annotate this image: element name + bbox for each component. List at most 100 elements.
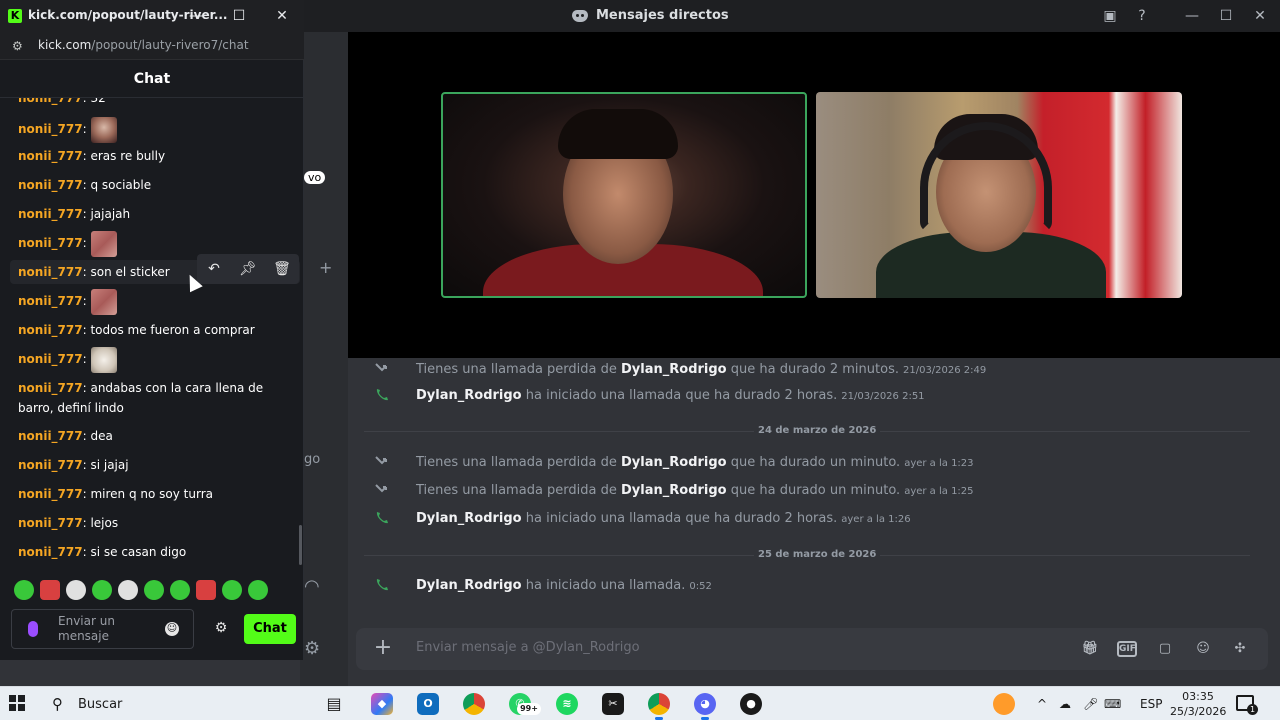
attach-plus-icon[interactable]: + (372, 637, 394, 659)
username[interactable]: Dylan_Rodrigo (621, 483, 727, 498)
chat-message[interactable]: nonii_777: jajajah (18, 204, 298, 224)
chat-settings-icon[interactable]: ⚙ (212, 619, 230, 637)
capcut-icon[interactable]: ✂ (602, 693, 624, 715)
chat-input[interactable]: Enviar un mensaje ☺ (11, 609, 194, 649)
chat-message[interactable]: nonii_777: 32 (18, 98, 298, 108)
outlook-icon[interactable]: O (417, 693, 439, 715)
chat-message[interactable]: nonii_777: (18, 346, 298, 373)
call-icon (376, 579, 388, 591)
emote-button[interactable] (248, 580, 268, 600)
chat-message[interactable]: nonii_777: (18, 230, 298, 257)
pin-icon[interactable]: 📌︎ (238, 259, 258, 279)
url-text[interactable]: kick.com/popout/lauty-rivero7/chat (38, 38, 249, 52)
call-icon (376, 389, 388, 401)
reply-icon[interactable]: ↶ (204, 259, 224, 279)
discord-app-icon[interactable]: ◕ (694, 693, 716, 715)
call-log: Dylan_Rodrigo ha iniciado una llamada. 0:… (348, 574, 1268, 596)
gif-icon[interactable]: GIF (1117, 641, 1137, 657)
keyboard-icon[interactable]: ⌨ (1104, 696, 1121, 712)
message-composer[interactable]: + Enviar mensaje a @Dylan_Rodrigo 🎁︎ GIF… (356, 628, 1268, 670)
emote-image (90, 346, 117, 373)
headphones-icon[interactable]: ◠ (304, 576, 320, 597)
language-indicator[interactable]: ESP (1140, 696, 1162, 712)
missed-call-icon (375, 484, 387, 493)
composer-placeholder[interactable]: Enviar mensaje a @Dylan_Rodrigo (416, 640, 640, 655)
show-hidden-icons-icon[interactable]: ^ (1037, 696, 1047, 712)
username[interactable]: Dylan_Rodrigo (621, 455, 727, 470)
date-divider: 25 de marzo de 2026 (364, 549, 1250, 569)
username[interactable]: Dylan_Rodrigo (416, 511, 522, 526)
minimize-button[interactable]: — (1182, 6, 1202, 26)
chat-message[interactable]: nonii_777: todos me fueron a comprar (18, 320, 298, 340)
chrome-icon[interactable] (463, 693, 485, 715)
call-log-missed: Tienes una llamada perdida de Dylan_Rodr… (348, 358, 1268, 380)
clock-time: 03:35 (1182, 690, 1214, 703)
weather-icon[interactable] (993, 693, 1015, 715)
settings-icon[interactable]: ⚙ (304, 638, 320, 659)
emote-button[interactable] (14, 580, 34, 600)
emote-button[interactable] (144, 580, 164, 600)
emote-button[interactable] (170, 580, 190, 600)
site-info-icon[interactable]: ⚙ (12, 39, 26, 53)
chat-message[interactable]: nonii_777: andabas con la cara llena de … (18, 378, 298, 418)
address-bar[interactable]: ⚙ kick.com/popout/lauty-rivero7/chat (0, 32, 304, 60)
video-tile[interactable] (816, 92, 1182, 298)
chat-message[interactable]: nonii_777: eras re bully (18, 146, 298, 166)
delete-icon[interactable]: 🗑︎ (272, 259, 292, 279)
emoji-picker-icon[interactable]: ☺ (165, 622, 179, 636)
chat-scrollbar[interactable] (299, 525, 302, 565)
sticker-icon[interactable]: ▢ (1155, 639, 1175, 659)
discord-title: Mensajes directos (572, 8, 729, 23)
chat-message[interactable]: nonii_777: dea (18, 426, 298, 446)
start-button[interactable] (9, 695, 25, 711)
microphone-tray-icon[interactable]: 🎤︎ (1083, 696, 1098, 712)
chat-message[interactable]: nonii_777: si jajaj (18, 455, 298, 475)
emote-button[interactable] (40, 580, 60, 600)
chat-message[interactable]: nonii_777: (18, 116, 298, 143)
obs-icon[interactable]: ● (740, 693, 762, 715)
taskbar-search[interactable]: ⚲ Buscar (40, 691, 310, 717)
minimize-button[interactable]: — (186, 6, 206, 26)
gift-icon[interactable]: 🎁︎ (1080, 639, 1100, 659)
send-chat-button[interactable]: Chat (244, 614, 296, 644)
network-icon[interactable]: ☁ (1059, 696, 1071, 712)
maximize-button[interactable]: ☐ (1216, 6, 1236, 26)
video-tile-speaking[interactable] (441, 92, 807, 298)
emoji-icon[interactable]: ☺ (1193, 639, 1213, 659)
apps-icon[interactable]: ✣ (1230, 639, 1250, 659)
emote-button[interactable] (196, 580, 216, 600)
maximize-button[interactable]: ☐ (229, 6, 249, 26)
quick-emote-bar (12, 580, 292, 602)
emote-image (90, 230, 117, 257)
chat-input-placeholder[interactable]: Enviar un mensaje (58, 614, 158, 644)
close-button[interactable]: ✕ (272, 6, 292, 26)
copilot-icon[interactable]: ◆ (371, 693, 393, 715)
add-dm-icon[interactable]: + (319, 258, 332, 277)
username[interactable]: Dylan_Rodrigo (621, 362, 727, 377)
kick-chat-window: K kick.com/popout/lauty-river... — ☐ ✕ ⚙… (0, 0, 304, 660)
call-log: Dylan_Rodrigo ha iniciado una llamada qu… (348, 384, 1268, 406)
username[interactable]: Dylan_Rodrigo (416, 388, 522, 403)
inbox-icon[interactable]: ▣ (1100, 6, 1120, 26)
chrome-profile-icon[interactable] (648, 693, 670, 715)
chat-message[interactable]: nonii_777: (18, 288, 298, 315)
task-view-icon[interactable]: ▤ (323, 693, 345, 715)
emote-button[interactable] (118, 580, 138, 600)
chat-message[interactable]: nonii_777: q sociable (18, 175, 298, 195)
discord-sidebar: vo + go ◠ ⚙ (300, 32, 348, 686)
chat-header: Chat (0, 60, 304, 98)
username[interactable]: Dylan_Rodrigo (416, 578, 522, 593)
system-clock[interactable]: 03:35 25/3/2026 (1170, 689, 1226, 719)
spotify-icon[interactable]: ≋ (556, 693, 578, 715)
emote-image (90, 116, 117, 143)
emote-button[interactable] (222, 580, 242, 600)
emote-button[interactable] (92, 580, 112, 600)
close-button[interactable]: ✕ (1250, 6, 1270, 26)
help-icon[interactable]: ? (1132, 6, 1152, 26)
microphone-icon[interactable] (28, 621, 38, 637)
chat-message[interactable]: nonii_777: lejos (18, 513, 298, 533)
chat-message[interactable]: nonii_777: si se casan digo (18, 542, 298, 562)
chat-message[interactable]: nonii_777: miren q no soy turra (18, 484, 298, 504)
call-log-missed: Tienes una llamada perdida de Dylan_Rodr… (348, 451, 1268, 473)
emote-button[interactable] (66, 580, 86, 600)
